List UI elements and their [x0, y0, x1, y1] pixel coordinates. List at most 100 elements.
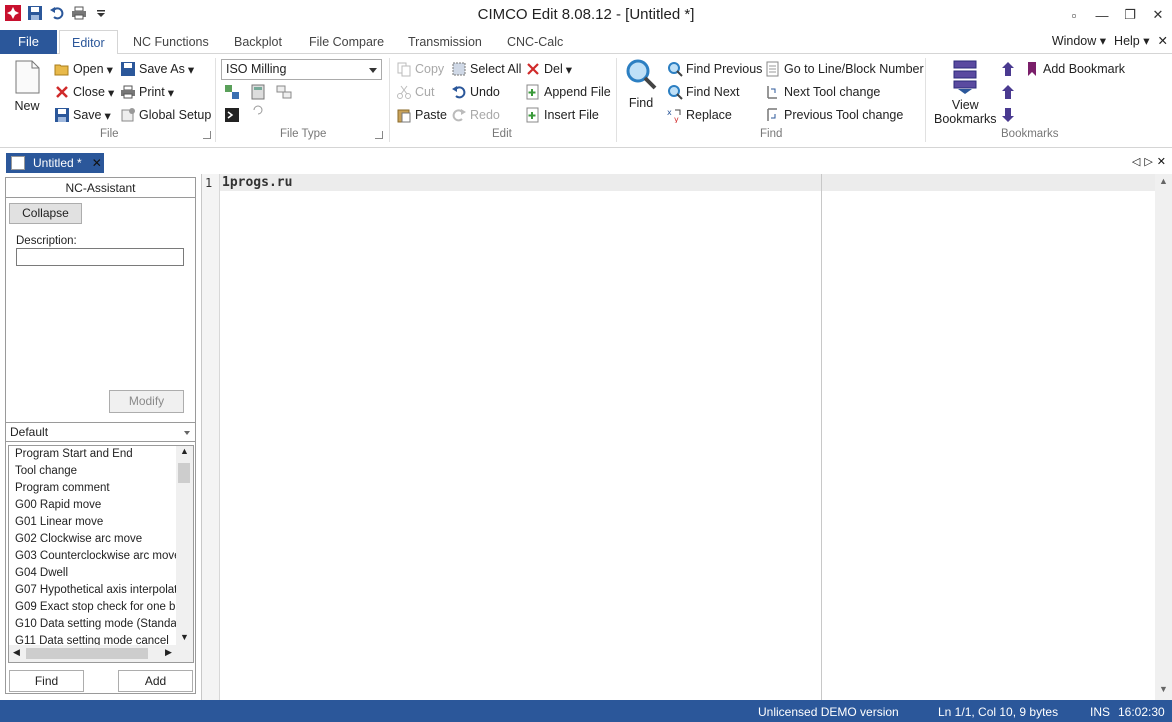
window-menu[interactable]: Window ▾: [1052, 33, 1106, 48]
collapse-button[interactable]: Collapse: [9, 203, 82, 224]
list-item[interactable]: G09 Exact stop check for one block: [9, 599, 177, 616]
bookmark-down-icon[interactable]: [1000, 107, 1016, 123]
tab-nc-functions[interactable]: NC Functions: [121, 30, 221, 55]
close-document-icon[interactable]: ✕: [1158, 33, 1168, 48]
floppy-icon: [54, 107, 70, 123]
find-button[interactable]: Find: [624, 58, 658, 110]
undo-button[interactable]: Undo: [451, 84, 500, 100]
list-horizontal-scrollbar[interactable]: ◀ ▶: [9, 645, 193, 662]
description-label: Description:: [16, 235, 77, 247]
group-label-find: Find: [760, 128, 783, 140]
description-field[interactable]: [16, 248, 184, 266]
file-type-select[interactable]: ISO Milling: [221, 59, 382, 80]
tab-file-compare[interactable]: File Compare: [297, 30, 396, 55]
goto-line-button[interactable]: Go to Line/Block Number: [765, 61, 924, 77]
close-button[interactable]: Close ▾: [54, 84, 114, 100]
add-function-button[interactable]: Add: [118, 670, 193, 692]
save-button[interactable]: Save ▾: [54, 107, 111, 123]
undo-arrow-icon: [451, 84, 467, 100]
close-all-icon[interactable]: ✕: [1157, 155, 1166, 168]
calculator-icon[interactable]: [250, 84, 266, 100]
group-separator: [389, 58, 390, 142]
scroll-down-icon[interactable]: ▼: [180, 632, 189, 642]
save-as-button[interactable]: Save As ▾: [120, 61, 194, 77]
close-tab-icon[interactable]: ✕: [92, 156, 102, 170]
add-bookmark-button[interactable]: Add Bookmark: [1024, 61, 1125, 77]
scroll-left-icon[interactable]: ◀: [13, 647, 20, 658]
terminal-icon[interactable]: [224, 107, 240, 123]
scroll-up-icon[interactable]: ▲: [180, 446, 189, 456]
file-type-launcher-icon[interactable]: [375, 131, 383, 139]
modify-button[interactable]: Modify: [109, 390, 184, 413]
document-nav: ◁ ▷ ✕: [1132, 155, 1166, 168]
document-tab-untitled[interactable]: Untitled * ✕: [6, 153, 104, 173]
status-bar: Unlicensed DEMO version Ln 1/1, Col 10, …: [0, 700, 1172, 722]
find-previous-button[interactable]: Find Previous: [667, 61, 762, 77]
chevron-down-icon: [369, 68, 377, 73]
compare-icon[interactable]: [224, 84, 240, 100]
redo-button[interactable]: Redo: [451, 107, 500, 123]
tab-editor[interactable]: Editor: [59, 30, 118, 55]
list-item[interactable]: G00 Rapid move: [9, 497, 177, 514]
scrollbar-thumb[interactable]: [178, 463, 190, 483]
small-arrow-icon[interactable]: [252, 104, 268, 120]
editor-vertical-scrollbar[interactable]: ▲ ▼: [1155, 174, 1172, 700]
copy-button[interactable]: Copy: [396, 61, 444, 77]
list-item[interactable]: G03 Counterclockwise arc move: [9, 548, 177, 565]
next-tool-change-button[interactable]: Next Tool change: [765, 84, 880, 100]
select-all-button[interactable]: Select All: [451, 61, 521, 77]
paste-button[interactable]: Paste: [396, 107, 447, 123]
restore-icon[interactable]: ❐: [1116, 0, 1144, 30]
next-document-icon[interactable]: ▷: [1144, 155, 1152, 168]
find-next-button[interactable]: Find Next: [667, 84, 740, 100]
new-button[interactable]: New: [14, 60, 40, 113]
tab-backplot[interactable]: Backplot: [222, 30, 294, 55]
code-editor[interactable]: 1 1progs.ru ▲ ▼: [201, 174, 1172, 700]
list-item[interactable]: G02 Clockwise arc move: [9, 531, 177, 548]
find-next-icon: [667, 84, 683, 100]
print-button[interactable]: Print ▾: [120, 84, 174, 100]
list-item[interactable]: Tool change: [9, 463, 177, 480]
scroll-down-icon[interactable]: ▼: [1159, 684, 1168, 694]
insert-file-button[interactable]: Insert File: [525, 107, 599, 123]
previous-document-icon[interactable]: ◁: [1132, 155, 1140, 168]
list-vertical-scrollbar[interactable]: ▲ ▼: [176, 446, 193, 646]
find-function-button[interactable]: Find: [9, 670, 84, 692]
tab-transmission[interactable]: Transmission: [396, 30, 494, 55]
bookmark-toggle-icon[interactable]: [1000, 84, 1016, 100]
open-button[interactable]: Open ▾: [54, 61, 113, 77]
replace-button[interactable]: xy Replace: [667, 107, 732, 124]
ribbon-options-icon[interactable]: ▫: [1060, 0, 1088, 30]
scroll-right-icon[interactable]: ▶: [165, 647, 172, 658]
bookmark-up-icon[interactable]: [1000, 61, 1016, 77]
open-label: Open: [73, 62, 104, 76]
ribbon: New Open ▾ Save As ▾ Close ▾ Print ▾ Sav…: [0, 54, 1172, 148]
template-set-select[interactable]: Default: [6, 422, 195, 442]
line-number-gutter: 1: [202, 174, 220, 700]
help-menu[interactable]: Help ▾: [1114, 33, 1149, 48]
global-setup-button[interactable]: Global Setup: [120, 107, 211, 123]
del-button[interactable]: Del ▾: [525, 61, 572, 77]
list-item[interactable]: G04 Dwell: [9, 565, 177, 582]
scroll-up-icon[interactable]: ▲: [1159, 176, 1168, 186]
list-item[interactable]: G07 Hypothetical axis interpolation: [9, 582, 177, 599]
scrollbar-thumb[interactable]: [26, 648, 148, 659]
help-menu-label: Help: [1114, 34, 1140, 48]
list-item[interactable]: Program Start and End: [9, 446, 177, 463]
minimize-icon[interactable]: —: [1088, 0, 1116, 30]
list-item[interactable]: G10 Data setting mode (Standard: [9, 616, 177, 633]
copy-label: Copy: [415, 62, 445, 76]
view-bookmarks-button[interactable]: View Bookmarks: [934, 59, 997, 126]
list-item[interactable]: Program comment: [9, 480, 177, 497]
file-group-launcher-icon[interactable]: [203, 131, 211, 139]
close-icon[interactable]: ✕: [1144, 0, 1172, 30]
code-line[interactable]: 1progs.ru: [222, 175, 292, 190]
cut-button[interactable]: Cut: [396, 84, 434, 100]
list-item[interactable]: G01 Linear move: [9, 514, 177, 531]
tab-cnc-calc[interactable]: CNC-Calc: [495, 30, 575, 55]
tab-file[interactable]: File: [0, 30, 57, 54]
network-icon[interactable]: [276, 84, 292, 100]
append-file-button[interactable]: Append File: [525, 84, 611, 100]
previous-tool-change-button[interactable]: Previous Tool change: [765, 107, 903, 123]
group-separator: [215, 58, 216, 142]
